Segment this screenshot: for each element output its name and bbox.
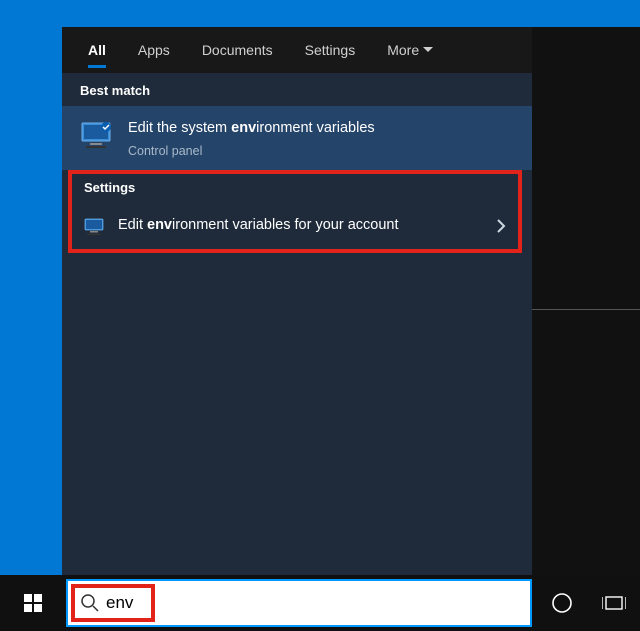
result-edit-user-env[interactable]: Edit environment variables for your acco… — [72, 203, 518, 249]
tab-more[interactable]: More — [371, 30, 449, 70]
start-button[interactable] — [0, 575, 66, 631]
monitor-icon — [84, 218, 106, 236]
tab-all[interactable]: All — [72, 30, 122, 70]
search-tabs: All Apps Documents Settings More — [62, 27, 532, 73]
title-bold: env — [231, 120, 256, 136]
result-subtitle: Control panel — [128, 144, 516, 158]
annotation-highlight-box: Settings Edit environment variables for … — [68, 170, 522, 253]
title-post: ironment variables for your account — [172, 217, 398, 233]
result-text-block: Edit environment variables for your acco… — [118, 215, 485, 237]
result-title: Edit environment variables for your acco… — [118, 215, 485, 237]
section-best-match: Best match — [62, 73, 532, 106]
tab-documents[interactable]: Documents — [186, 30, 289, 70]
title-pre: Edit — [118, 217, 147, 233]
cortana-circle-icon[interactable] — [536, 575, 588, 631]
chevron-right-icon[interactable] — [497, 219, 506, 233]
taskbar-right-icons — [536, 575, 640, 631]
result-text-block: Edit the system environment variables Co… — [128, 118, 516, 158]
section-settings: Settings — [72, 174, 518, 203]
title-bold: env — [147, 217, 172, 233]
result-edit-system-env[interactable]: Edit the system environment variables Co… — [62, 106, 532, 170]
search-icon — [80, 593, 100, 613]
side-dark-panel — [532, 27, 640, 575]
title-pre: Edit the system — [128, 120, 231, 136]
tab-settings[interactable]: Settings — [289, 30, 372, 70]
title-post: ironment variables — [256, 120, 374, 136]
monitor-icon — [80, 121, 116, 149]
tab-apps[interactable]: Apps — [122, 30, 186, 70]
windows-logo-icon — [24, 594, 42, 612]
search-results-panel: All Apps Documents Settings More Best ma… — [62, 27, 532, 575]
chevron-down-icon — [423, 47, 433, 53]
task-view-icon[interactable] — [588, 575, 640, 631]
search-input[interactable] — [106, 593, 522, 613]
tab-more-label: More — [387, 42, 419, 58]
desktop-background-strip — [0, 27, 62, 575]
result-title: Edit the system environment variables — [128, 118, 516, 140]
taskbar-search-box[interactable] — [66, 579, 532, 627]
taskbar — [0, 575, 640, 631]
